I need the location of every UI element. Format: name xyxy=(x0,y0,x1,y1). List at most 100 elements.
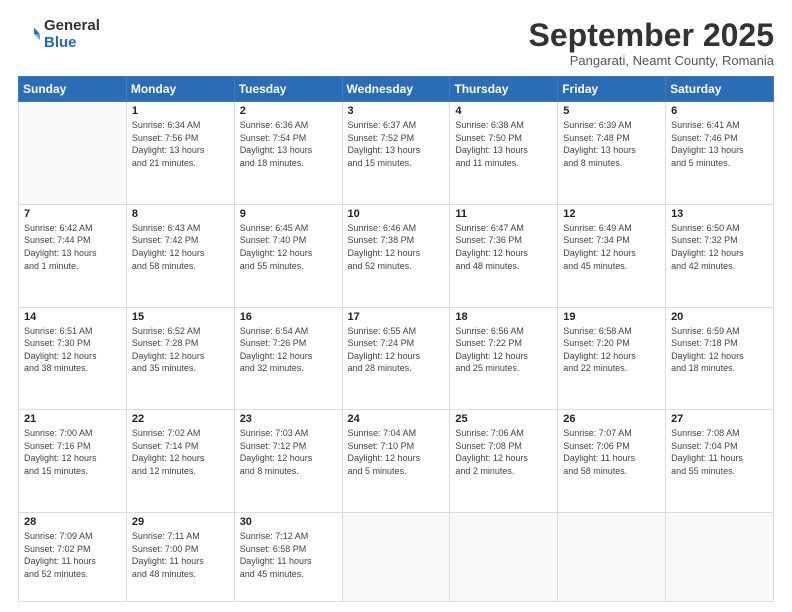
calendar-cell: 4Sunrise: 6:38 AM Sunset: 7:50 PM Daylig… xyxy=(450,102,558,205)
week-row-3: 14 Sunrise: 6:51 AM Sunset: 7:30 PM Dayli… xyxy=(19,307,774,410)
weekday-header-sunday: Sunday xyxy=(19,77,127,102)
day-info: Sunrise: 6:50 AM Sunset: 7:32 PM Dayligh… xyxy=(671,222,768,272)
week-row-4: 21 Sunrise: 7:00 AM Sunset: 7:16 PM Dayli… xyxy=(19,410,774,513)
day-number: 27 xyxy=(671,413,768,425)
day-info: Sunrise: 7:09 AM Sunset: 7:02 PM Dayligh… xyxy=(24,530,121,580)
calendar-cell: 14 Sunrise: 6:51 AM Sunset: 7:30 PM Dayli… xyxy=(19,307,127,410)
calendar-cell: 20 Sunrise: 6:59 AM Sunset: 7:18 PM Dayli… xyxy=(666,307,774,410)
day-number: 15 xyxy=(132,311,229,323)
day-number: 25 xyxy=(455,413,552,425)
week-row-1: 1Sunrise: 6:34 AM Sunset: 7:56 PM Daylig… xyxy=(19,102,774,205)
day-info: Sunrise: 7:02 AM Sunset: 7:14 PM Dayligh… xyxy=(132,427,229,477)
weekday-header-thursday: Thursday xyxy=(450,77,558,102)
day-info: Sunrise: 6:55 AM Sunset: 7:24 PM Dayligh… xyxy=(348,325,445,375)
calendar-cell: 17 Sunrise: 6:55 AM Sunset: 7:24 PM Dayli… xyxy=(342,307,450,410)
day-info: Sunrise: 6:37 AM Sunset: 7:52 PM Dayligh… xyxy=(348,119,445,169)
day-info: Sunrise: 7:00 AM Sunset: 7:16 PM Dayligh… xyxy=(24,427,121,477)
day-info: Sunrise: 6:49 AM Sunset: 7:34 PM Dayligh… xyxy=(563,222,660,272)
calendar-cell: 7Sunrise: 6:42 AM Sunset: 7:44 PM Daylig… xyxy=(19,204,127,307)
calendar-cell: 24Sunrise: 7:04 AM Sunset: 7:10 PM Dayli… xyxy=(342,410,450,513)
calendar-cell: 25 Sunrise: 7:06 AM Sunset: 7:08 PM Dayli… xyxy=(450,410,558,513)
calendar-cell: 2Sunrise: 6:36 AM Sunset: 7:54 PM Daylig… xyxy=(234,102,342,205)
day-number: 17 xyxy=(348,311,445,323)
day-number: 6 xyxy=(671,105,768,117)
day-number: 3 xyxy=(348,105,445,117)
calendar-cell xyxy=(558,512,666,601)
calendar-cell xyxy=(450,512,558,601)
location: Pangarati, Neamt County, Romania xyxy=(529,53,774,68)
header: General Blue September 2025 Pangarati, N… xyxy=(18,18,774,68)
calendar-cell: 9 Sunrise: 6:45 AM Sunset: 7:40 PM Daylig… xyxy=(234,204,342,307)
calendar-cell: 19 Sunrise: 6:58 AM Sunset: 7:20 PM Dayli… xyxy=(558,307,666,410)
day-number: 28 xyxy=(24,516,121,528)
logo-icon xyxy=(18,24,40,46)
calendar-cell: 15 Sunrise: 6:52 AM Sunset: 7:28 PM Dayli… xyxy=(126,307,234,410)
day-info: Sunrise: 7:08 AM Sunset: 7:04 PM Dayligh… xyxy=(671,427,768,477)
calendar-cell xyxy=(19,102,127,205)
calendar-cell: 27 Sunrise: 7:08 AM Sunset: 7:04 PM Dayli… xyxy=(666,410,774,513)
calendar-cell: 22 Sunrise: 7:02 AM Sunset: 7:14 PM Dayli… xyxy=(126,410,234,513)
day-number: 18 xyxy=(455,311,552,323)
day-info: Sunrise: 6:58 AM Sunset: 7:20 PM Dayligh… xyxy=(563,325,660,375)
day-info: Sunrise: 6:51 AM Sunset: 7:30 PM Dayligh… xyxy=(24,325,121,375)
day-info: Sunrise: 7:03 AM Sunset: 7:12 PM Dayligh… xyxy=(240,427,337,477)
calendar-cell: 12Sunrise: 6:49 AM Sunset: 7:34 PM Dayli… xyxy=(558,204,666,307)
day-info: Sunrise: 6:47 AM Sunset: 7:36 PM Dayligh… xyxy=(455,222,552,272)
day-info: Sunrise: 7:12 AM Sunset: 6:58 PM Dayligh… xyxy=(240,530,337,580)
calendar-cell: 8 Sunrise: 6:43 AM Sunset: 7:42 PM Daylig… xyxy=(126,204,234,307)
calendar-cell: 23 Sunrise: 7:03 AM Sunset: 7:12 PM Dayli… xyxy=(234,410,342,513)
day-number: 2 xyxy=(240,105,337,117)
calendar-cell: 29 Sunrise: 7:11 AM Sunset: 7:00 PM Dayli… xyxy=(126,512,234,601)
weekday-header-row: SundayMondayTuesdayWednesdayThursdayFrid… xyxy=(19,77,774,102)
week-row-5: 28 Sunrise: 7:09 AM Sunset: 7:02 PM Dayli… xyxy=(19,512,774,601)
weekday-header-friday: Friday xyxy=(558,77,666,102)
day-number: 7 xyxy=(24,208,121,220)
day-info: Sunrise: 6:54 AM Sunset: 7:26 PM Dayligh… xyxy=(240,325,337,375)
month-title: September 2025 xyxy=(529,18,774,53)
day-number: 14 xyxy=(24,311,121,323)
week-row-2: 7Sunrise: 6:42 AM Sunset: 7:44 PM Daylig… xyxy=(19,204,774,307)
calendar-cell: 5 Sunrise: 6:39 AM Sunset: 7:48 PM Daylig… xyxy=(558,102,666,205)
weekday-header-tuesday: Tuesday xyxy=(234,77,342,102)
calendar-cell: 30Sunrise: 7:12 AM Sunset: 6:58 PM Dayli… xyxy=(234,512,342,601)
day-number: 23 xyxy=(240,413,337,425)
logo-blue: Blue xyxy=(44,35,100,52)
day-number: 24 xyxy=(348,413,445,425)
day-info: Sunrise: 6:59 AM Sunset: 7:18 PM Dayligh… xyxy=(671,325,768,375)
day-info: Sunrise: 6:39 AM Sunset: 7:48 PM Dayligh… xyxy=(563,119,660,169)
calendar-cell: 21 Sunrise: 7:00 AM Sunset: 7:16 PM Dayli… xyxy=(19,410,127,513)
day-number: 26 xyxy=(563,413,660,425)
day-number: 5 xyxy=(563,105,660,117)
day-info: Sunrise: 6:41 AM Sunset: 7:46 PM Dayligh… xyxy=(671,119,768,169)
day-info: Sunrise: 6:52 AM Sunset: 7:28 PM Dayligh… xyxy=(132,325,229,375)
day-number: 29 xyxy=(132,516,229,528)
day-info: Sunrise: 6:38 AM Sunset: 7:50 PM Dayligh… xyxy=(455,119,552,169)
calendar-cell: 18 Sunrise: 6:56 AM Sunset: 7:22 PM Dayli… xyxy=(450,307,558,410)
day-number: 19 xyxy=(563,311,660,323)
weekday-header-saturday: Saturday xyxy=(666,77,774,102)
day-info: Sunrise: 6:45 AM Sunset: 7:40 PM Dayligh… xyxy=(240,222,337,272)
day-number: 13 xyxy=(671,208,768,220)
day-number: 21 xyxy=(24,413,121,425)
calendar-cell xyxy=(342,512,450,601)
day-number: 20 xyxy=(671,311,768,323)
day-info: Sunrise: 6:56 AM Sunset: 7:22 PM Dayligh… xyxy=(455,325,552,375)
calendar-cell: 13 Sunrise: 6:50 AM Sunset: 7:32 PM Dayli… xyxy=(666,204,774,307)
day-info: Sunrise: 7:07 AM Sunset: 7:06 PM Dayligh… xyxy=(563,427,660,477)
calendar-cell: 11Sunrise: 6:47 AM Sunset: 7:36 PM Dayli… xyxy=(450,204,558,307)
day-number: 9 xyxy=(240,208,337,220)
day-number: 16 xyxy=(240,311,337,323)
calendar-cell: 3 Sunrise: 6:37 AM Sunset: 7:52 PM Daylig… xyxy=(342,102,450,205)
day-info: Sunrise: 6:34 AM Sunset: 7:56 PM Dayligh… xyxy=(132,119,229,169)
day-info: Sunrise: 7:11 AM Sunset: 7:00 PM Dayligh… xyxy=(132,530,229,580)
day-info: Sunrise: 7:06 AM Sunset: 7:08 PM Dayligh… xyxy=(455,427,552,477)
day-number: 22 xyxy=(132,413,229,425)
day-info: Sunrise: 6:46 AM Sunset: 7:38 PM Dayligh… xyxy=(348,222,445,272)
logo: General Blue xyxy=(18,18,100,51)
weekday-header-wednesday: Wednesday xyxy=(342,77,450,102)
calendar-cell: 28 Sunrise: 7:09 AM Sunset: 7:02 PM Dayli… xyxy=(19,512,127,601)
page: General Blue September 2025 Pangarati, N… xyxy=(0,0,792,612)
calendar-cell: 1Sunrise: 6:34 AM Sunset: 7:56 PM Daylig… xyxy=(126,102,234,205)
day-info: Sunrise: 6:43 AM Sunset: 7:42 PM Dayligh… xyxy=(132,222,229,272)
day-number: 8 xyxy=(132,208,229,220)
